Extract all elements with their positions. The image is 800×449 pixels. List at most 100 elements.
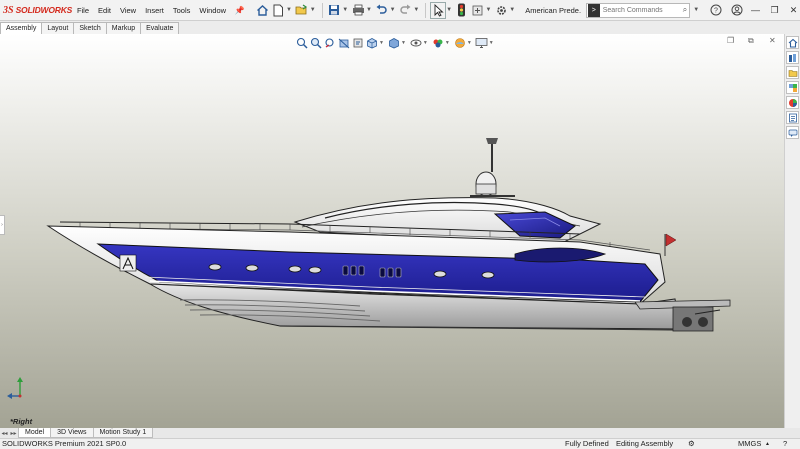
undo-dropdown-arrow[interactable]: ▼	[390, 7, 396, 13]
menu-bar: File Edit View Insert Tools Window	[72, 0, 230, 21]
select-dropdown-arrow[interactable]: ▼	[446, 7, 452, 13]
toolbar-separator	[425, 2, 427, 18]
graphics-viewport[interactable]: ▼ ▼ ▼ ▼ ▼ ▼ ❐ ⧉ ✕ *Right ›	[0, 34, 784, 428]
hide-show-dropdown[interactable]: ▼	[423, 40, 428, 46]
tab-scroll-next-icon[interactable]: ▸▸	[9, 428, 18, 438]
status-help-icon[interactable]: ?	[783, 439, 787, 449]
menu-tools[interactable]: Tools	[168, 0, 195, 21]
minimize-button[interactable]: —	[749, 0, 762, 21]
edit-appearance-dropdown[interactable]: ▼	[445, 40, 450, 46]
pin-icon[interactable]: 📌	[235, 6, 245, 15]
viewport-close-icon[interactable]: ✕	[769, 36, 776, 45]
status-editing-mode: Editing Assembly	[616, 439, 674, 448]
undo-icon[interactable]	[374, 2, 390, 19]
appearances-scenes-icon[interactable]	[786, 96, 799, 109]
custom-properties-icon[interactable]	[786, 111, 799, 124]
menu-window[interactable]: Window	[195, 0, 231, 21]
view-palette-icon[interactable]	[786, 81, 799, 94]
tab-motion-study-1[interactable]: Motion Study 1	[92, 428, 154, 438]
save-dropdown-arrow[interactable]: ▼	[342, 7, 348, 13]
view-orientation-label: *Right	[10, 417, 33, 426]
heads-up-view-toolbar: ▼ ▼ ▼ ▼ ▼ ▼	[295, 36, 497, 50]
user-account-icon[interactable]	[730, 3, 743, 17]
view-settings-dropdown[interactable]: ▼	[489, 40, 494, 46]
close-button[interactable]: ✕	[787, 0, 800, 21]
rebuild-icon[interactable]	[470, 2, 486, 19]
open-dropdown-arrow[interactable]: ▼	[310, 7, 316, 13]
new-document-icon[interactable]	[270, 2, 286, 19]
yacht-model[interactable]	[40, 114, 760, 354]
print-dropdown-arrow[interactable]: ▼	[366, 7, 372, 13]
view-orientation-dropdown[interactable]: ▼	[379, 40, 384, 46]
logo-prefix: 3S	[3, 4, 14, 16]
zoom-area-icon[interactable]	[309, 36, 323, 50]
options-dropdown-arrow[interactable]: ▼	[509, 7, 515, 13]
title-bar: 3S SOLIDWORKS File Edit View Insert Tool…	[0, 0, 800, 21]
tab-sketch[interactable]: Sketch	[73, 22, 107, 34]
tab-assembly[interactable]: Assembly	[0, 22, 43, 34]
units-dropdown-arrow[interactable]: ▲	[765, 439, 770, 449]
dynamic-annotation-icon[interactable]	[351, 36, 365, 50]
document-title: American Prede...	[525, 5, 581, 15]
help-icon[interactable]: ?	[709, 3, 722, 17]
view-settings-icon[interactable]	[475, 36, 489, 50]
feature-manager-flyout-handle[interactable]: ›	[0, 215, 5, 235]
display-style-dropdown[interactable]: ▼	[401, 40, 406, 46]
new-dropdown-arrow[interactable]: ▼	[286, 7, 292, 13]
status-units[interactable]: MMGS	[738, 439, 761, 449]
restore-button[interactable]: ❐	[768, 0, 781, 21]
svg-text:?: ?	[714, 8, 718, 15]
file-explorer-icon[interactable]	[786, 66, 799, 79]
hide-show-icon[interactable]	[409, 36, 423, 50]
model-view-tabs: ◂◂ ▸▸ Model 3D Views Motion Study 1	[0, 428, 800, 438]
previous-view-icon[interactable]	[323, 36, 337, 50]
logo-name: SOLIDWORKS	[15, 5, 73, 15]
open-icon[interactable]	[294, 2, 310, 19]
rebuild-dropdown-arrow[interactable]: ▼	[486, 7, 492, 13]
toolbar-separator	[321, 2, 323, 18]
apply-scene-dropdown[interactable]: ▼	[467, 40, 472, 46]
menu-edit[interactable]: Edit	[94, 0, 116, 21]
edit-appearance-icon[interactable]	[431, 36, 445, 50]
solidworks-forum-icon[interactable]	[786, 126, 799, 139]
status-bar: SOLIDWORKS Premium 2021 SP0.0 Fully Defi…	[0, 438, 800, 449]
menu-insert[interactable]: Insert	[141, 0, 169, 21]
tab-3d-views[interactable]: 3D Views	[50, 428, 94, 438]
display-style-icon[interactable]	[387, 36, 401, 50]
status-definition-state: Fully Defined	[565, 439, 609, 448]
search-commands-box[interactable]: > ⌕	[585, 2, 691, 18]
apply-scene-icon[interactable]	[453, 36, 467, 50]
menu-file[interactable]: File	[72, 0, 93, 21]
view-orientation-icon[interactable]	[365, 36, 379, 50]
command-prompt-icon: >	[587, 3, 600, 17]
menu-view[interactable]: View	[115, 0, 140, 21]
solidworks-logo[interactable]: 3S SOLIDWORKS	[0, 0, 72, 21]
options-icon[interactable]	[494, 2, 510, 19]
status-version: SOLIDWORKS Premium 2021 SP0.0	[2, 439, 127, 448]
section-view-icon[interactable]	[337, 36, 351, 50]
save-icon[interactable]	[327, 2, 343, 19]
solidworks-resources-icon[interactable]	[786, 36, 799, 49]
traffic-light-icon[interactable]	[454, 2, 470, 19]
redo-dropdown-arrow[interactable]: ▼	[413, 7, 419, 13]
viewport-restore-icon[interactable]: ⧉	[748, 36, 754, 46]
tab-evaluate[interactable]: Evaluate	[140, 22, 180, 34]
command-manager-tabs: Assembly Layout Sketch Markup Evaluate	[0, 21, 800, 34]
search-dropdown-arrow[interactable]: ▼	[693, 7, 699, 13]
tab-scroll-first-icon[interactable]: ◂◂	[0, 428, 9, 438]
home-icon[interactable]	[255, 2, 271, 19]
design-library-icon[interactable]	[786, 51, 799, 64]
select-icon[interactable]	[430, 1, 447, 19]
tab-layout[interactable]: Layout	[41, 22, 75, 34]
rebuild-status-icon[interactable]: ⚙	[688, 439, 695, 449]
tab-model[interactable]: Model	[18, 428, 52, 438]
task-pane	[784, 34, 800, 428]
search-commands-input[interactable]	[602, 6, 683, 14]
tab-markup[interactable]: Markup	[105, 22, 142, 34]
print-icon[interactable]	[350, 2, 366, 19]
zoom-to-fit-icon[interactable]	[295, 36, 309, 50]
coordinate-triad-icon	[7, 377, 23, 399]
search-icon[interactable]: ⌕	[683, 5, 687, 15]
viewport-minimize-icon[interactable]: ❐	[727, 36, 734, 45]
redo-icon[interactable]	[398, 2, 414, 19]
